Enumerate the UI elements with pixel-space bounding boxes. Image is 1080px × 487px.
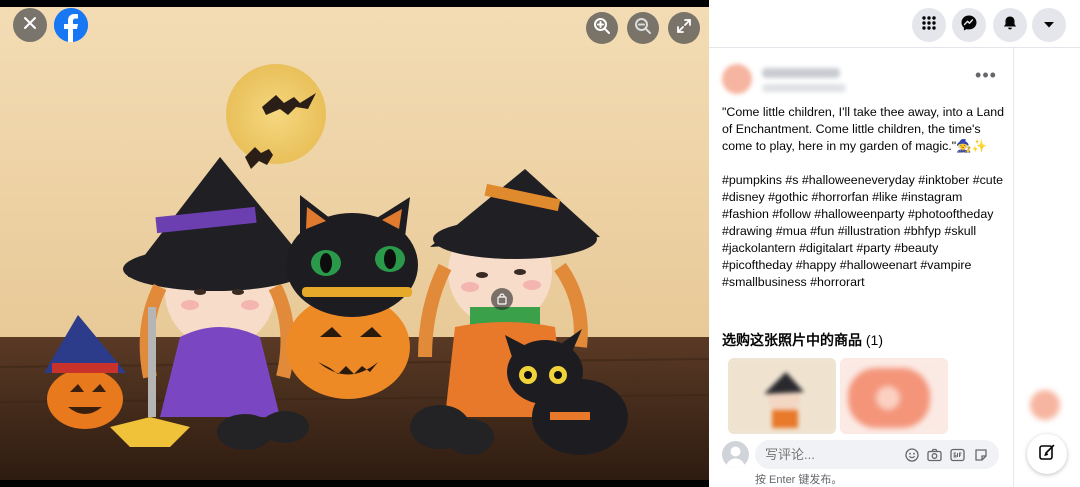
grid-menu-icon	[921, 15, 937, 36]
comment-tools	[904, 447, 988, 462]
compose-icon	[1038, 443, 1056, 466]
zoom-in-icon	[593, 17, 611, 40]
menu-button[interactable]	[912, 8, 946, 42]
post-photo[interactable]	[0, 7, 709, 480]
emoji-icon[interactable]	[904, 447, 919, 462]
product-thumbnail[interactable]	[728, 358, 836, 434]
product-thumbnail[interactable]	[840, 358, 948, 434]
facebook-logo[interactable]	[54, 8, 88, 42]
post-header: •••	[722, 60, 1002, 100]
top-navigation	[709, 0, 1080, 48]
post-caption: "Come little children, I'll take thee aw…	[722, 105, 1005, 289]
post-timestamp[interactable]	[762, 84, 846, 92]
sticker-icon[interactable]	[973, 447, 988, 462]
shopping-bag-icon[interactable]	[491, 288, 513, 310]
zoom-in-button[interactable]	[586, 12, 618, 44]
zoom-out-button[interactable]	[627, 12, 659, 44]
shop-section-title: 选购这张照片中的商品 (1)	[722, 330, 883, 350]
comment-composer	[722, 439, 1002, 469]
author-avatar[interactable]	[722, 64, 752, 94]
messenger-button[interactable]	[952, 8, 986, 42]
messenger-icon	[960, 14, 978, 37]
camera-icon[interactable]	[927, 447, 942, 462]
photo-viewer	[0, 0, 709, 487]
notifications-button[interactable]	[993, 8, 1027, 42]
more-options-button[interactable]: •••	[974, 66, 998, 88]
author-name[interactable]	[762, 68, 840, 78]
contact-avatar[interactable]	[1030, 390, 1060, 420]
account-button[interactable]	[1032, 8, 1066, 42]
shop-count: (1)	[865, 332, 884, 348]
avatar[interactable]	[722, 441, 749, 468]
fullscreen-icon	[676, 18, 692, 39]
chevron-down-icon	[1043, 16, 1055, 34]
fullscreen-button[interactable]	[668, 12, 700, 44]
enter-hint: 按 Enter 键发布。	[755, 474, 843, 486]
new-message-button[interactable]	[1027, 434, 1067, 474]
close-button[interactable]	[13, 8, 47, 42]
zoom-out-icon	[634, 17, 652, 40]
shop-title-text: 选购这张照片中的商品	[722, 332, 862, 348]
gif-icon[interactable]	[950, 447, 965, 462]
close-icon	[22, 15, 38, 36]
bell-icon	[1002, 15, 1018, 36]
